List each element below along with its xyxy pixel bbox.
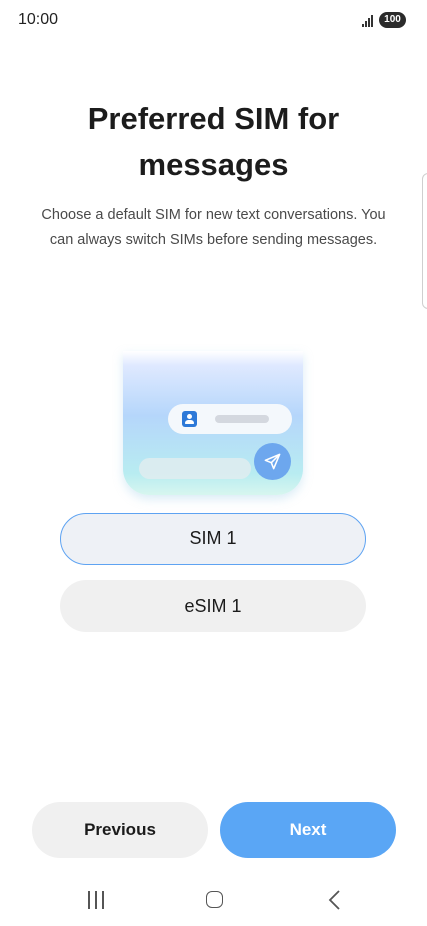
page-subtitle: Choose a default SIM for new text conver… bbox=[41, 207, 386, 248]
send-icon bbox=[254, 443, 291, 480]
previous-button[interactable]: Previous bbox=[32, 802, 208, 858]
page-title: Preferred SIM for messages bbox=[87, 101, 340, 182]
navigation-bar bbox=[0, 876, 427, 926]
signal-icon bbox=[362, 13, 376, 27]
sim-option-sim-1[interactable]: SIM 1 bbox=[60, 513, 366, 565]
back-icon[interactable] bbox=[327, 889, 341, 916]
recent-apps-icon[interactable] bbox=[86, 891, 106, 909]
scroll-handle[interactable] bbox=[422, 173, 427, 309]
sim-illustration bbox=[121, 351, 307, 499]
message-field-placeholder bbox=[139, 458, 251, 479]
next-button[interactable]: Next bbox=[220, 802, 396, 858]
home-icon[interactable] bbox=[206, 891, 223, 908]
phone-illustration bbox=[123, 351, 303, 495]
battery-icon: 100 bbox=[379, 12, 406, 28]
contact-pill bbox=[168, 404, 292, 434]
contact-icon bbox=[182, 411, 197, 427]
status-bar: 10:00 100 bbox=[0, 0, 427, 40]
sim-option-esim-1[interactable]: eSIM 1 bbox=[60, 580, 366, 632]
contact-name-placeholder bbox=[215, 415, 269, 423]
status-time: 10:00 bbox=[18, 11, 59, 28]
